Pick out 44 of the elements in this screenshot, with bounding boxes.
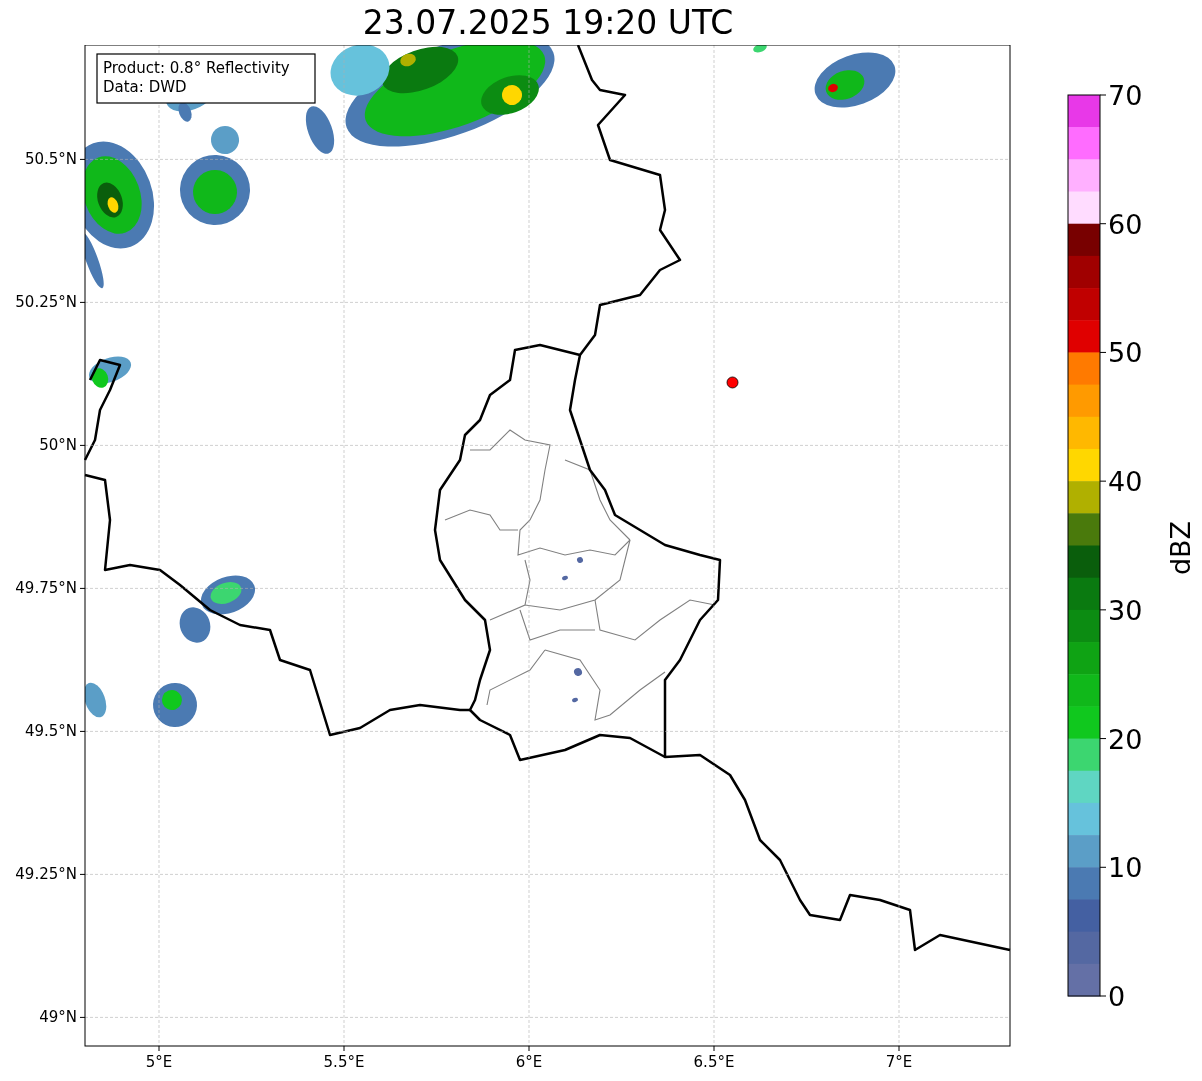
colorbar-tick-label: 10 <box>1108 852 1143 884</box>
tick-mark <box>1099 995 1107 997</box>
tick-mark <box>158 1045 160 1052</box>
colorbar-tick-label: 20 <box>1108 723 1143 755</box>
tick-mark <box>1099 223 1107 225</box>
tick-mark <box>79 873 86 875</box>
colorbar-tick-label: 70 <box>1108 80 1143 111</box>
tick-mark <box>79 158 86 160</box>
x-tick-label: 6°E <box>515 1053 543 1071</box>
tick-mark <box>79 301 86 303</box>
tick-mark <box>1099 609 1107 611</box>
x-tick-label: 7°E <box>885 1053 913 1071</box>
y-tick-label: 49.5°N <box>24 722 77 741</box>
tick-mark <box>528 1045 530 1052</box>
y-tick-label: 50.5°N <box>24 150 77 169</box>
colorbar-tick-label: 0 <box>1108 981 1126 1012</box>
colorbar-tick-label: 50 <box>1108 337 1143 369</box>
tick-mark <box>343 1045 345 1052</box>
tick-mark <box>1099 351 1107 353</box>
tick-mark <box>79 1016 86 1018</box>
tick-mark <box>1099 94 1107 96</box>
info-text: Data: DWD <box>103 78 187 96</box>
x-tick-label: 5.5°E <box>323 1053 365 1071</box>
tick-mark <box>79 730 86 732</box>
x-tick-label: 6.5°E <box>693 1053 735 1071</box>
chart-title: 23.07.2025 19:20 UTC <box>361 2 735 44</box>
colorbar-tick-label: 60 <box>1108 208 1143 240</box>
info-text: Product: 0.8° Reflectivity <box>103 59 290 77</box>
y-tick-label: 50.25°N <box>15 293 77 312</box>
colorbar-label: dBZ <box>1165 520 1196 576</box>
y-tick-label: 49.25°N <box>15 865 77 884</box>
y-tick-label: 50°N <box>39 436 77 455</box>
tick-mark <box>1099 866 1107 868</box>
tick-mark <box>1099 480 1107 482</box>
colorbar-tick-label: 40 <box>1108 466 1143 498</box>
y-tick-label: 49.75°N <box>15 579 77 598</box>
tick-mark <box>1099 738 1107 740</box>
tick-mark <box>898 1045 900 1052</box>
tick-mark <box>79 444 86 446</box>
x-tick-label: 5°E <box>145 1053 173 1071</box>
y-tick-label: 49°N <box>39 1008 77 1027</box>
tick-mark <box>713 1045 715 1052</box>
colorbar-tick-label: 30 <box>1108 594 1143 626</box>
tick-mark <box>79 587 86 589</box>
